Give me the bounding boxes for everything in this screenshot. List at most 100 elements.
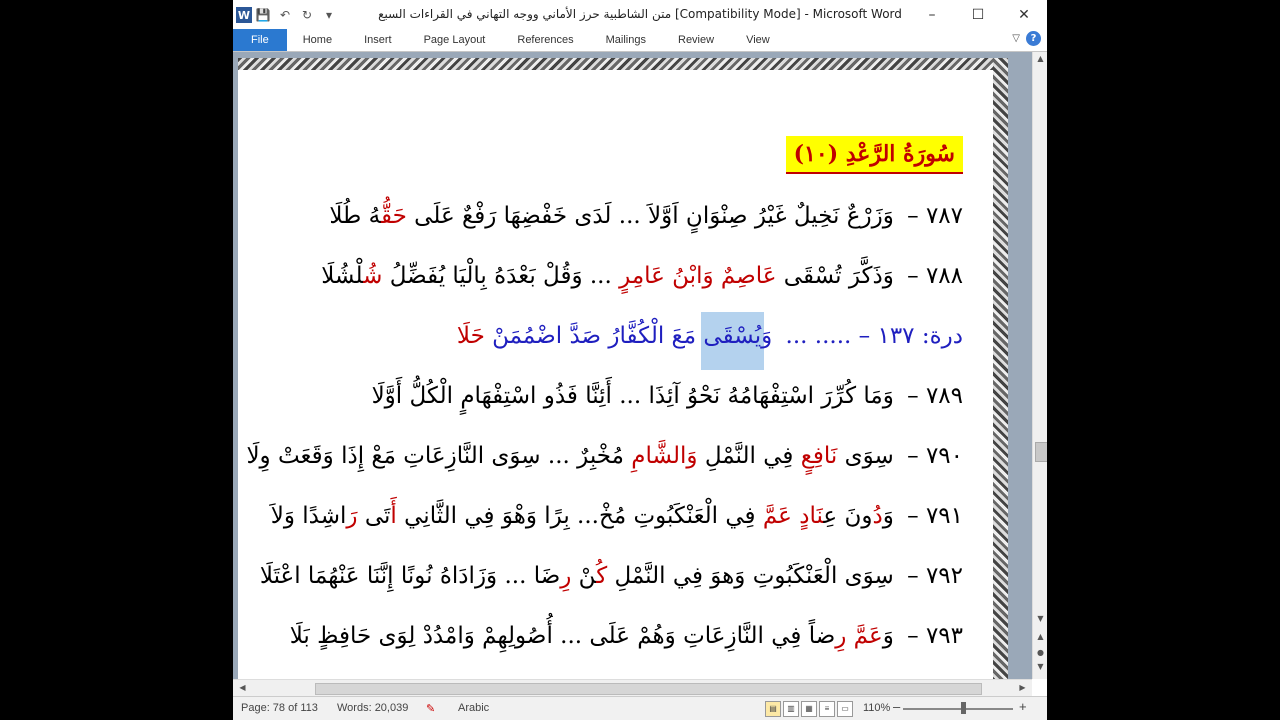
verse-text: ضَا ... وَزَادَاهُ نُونًا إِنَّنَا عَنْه… bbox=[259, 563, 561, 589]
verse-text: دُ bbox=[872, 503, 883, 529]
tab-references[interactable]: References bbox=[501, 29, 589, 51]
verse-text: عَمَّ bbox=[762, 503, 792, 529]
proofing-icon[interactable]: ✎ bbox=[426, 702, 435, 715]
verse-line: ٧٩١ – وَدُونَ عِنَادٍ عَمَّ فِي الْعَنْك… bbox=[271, 500, 963, 532]
verse-line: درة: ١٣٧ – ..... ... وَيُسْقَى مَعَ الْك… bbox=[457, 320, 963, 352]
verse-text: عَمَّ bbox=[853, 623, 883, 649]
verse-number: ٧٨٧ – bbox=[899, 203, 963, 229]
horizontal-scroll-thumb[interactable] bbox=[315, 683, 982, 695]
verse-line: ٧٩٢ – سِوَى الْعَنْكَبُوتِ وَهوَ فِي الن… bbox=[260, 560, 963, 592]
vertical-scroll-thumb[interactable] bbox=[1035, 442, 1047, 462]
verse-text: ... وَقُلْ بَعْدَهُ بِالْيَا يُفَضِّلُ bbox=[382, 263, 620, 289]
verse-text: وَذَكَّرَ تُسْقَى bbox=[776, 263, 894, 289]
word-count[interactable]: Words: 20,039 bbox=[337, 702, 408, 714]
tab-page-layout[interactable]: Page Layout bbox=[408, 29, 502, 51]
verse-number: ٧٩١ – bbox=[899, 503, 963, 529]
verse-text: لَى bbox=[414, 203, 441, 229]
ribbon-right-controls: ▽ ? bbox=[1012, 31, 1041, 46]
verse-text: وَ bbox=[882, 503, 894, 529]
verse-number: ٧٩٠ – bbox=[899, 443, 963, 469]
help-icon[interactable]: ? bbox=[1026, 31, 1041, 46]
verse-text: تَى bbox=[357, 503, 391, 529]
document-area[interactable]: سُورَةُ الرَّعْدِ (١٠) ٧٨٧ – وَزَرْعٌ نَ… bbox=[233, 52, 1032, 679]
verse-text: حَقُّ bbox=[380, 203, 415, 229]
verse-text: وَالشَّامِ bbox=[631, 443, 698, 469]
minimize-button[interactable]: – bbox=[909, 0, 955, 29]
scroll-down-icon[interactable]: ▼ bbox=[1033, 614, 1047, 623]
verse-text: ضاً فِي النَّازِعَاتِ وَهُمْ عَلَى ... أ… bbox=[289, 623, 836, 649]
vertical-scrollbar[interactable]: ▲ ▼ ▲ ● ▼ bbox=[1032, 52, 1047, 679]
verse-line: ٧٩٠ – سِوَى نَافِعٍ فِي النَّمْلِ وَالشَ… bbox=[246, 440, 963, 472]
close-button[interactable]: ✕ bbox=[1001, 0, 1047, 29]
verse-number: ٧٨٨ – bbox=[899, 263, 963, 289]
status-bar: Page: 78 of 113 Words: 20,039 ✎ Arabic ▤… bbox=[233, 696, 1047, 720]
tab-mailings[interactable]: Mailings bbox=[590, 29, 662, 51]
page-border-right bbox=[993, 58, 1008, 679]
surah-heading: سُورَةُ الرَّعْدِ (١٠) bbox=[785, 136, 963, 174]
verse-text: وَمَا كُرِّرَ اسْتِفْهَامُهُ نَحْوُ آئِذ… bbox=[371, 383, 894, 409]
print-layout-icon[interactable]: ▤ bbox=[765, 701, 781, 717]
document-page[interactable]: سُورَةُ الرَّعْدِ (١٠) ٧٨٧ – وَزَرْعٌ نَ… bbox=[238, 58, 1008, 679]
verse-text: رِ bbox=[835, 623, 847, 649]
verse-text: وَ bbox=[882, 623, 894, 649]
verse-line: ٧٨٨ – وَذَكَّرَ تُسْقَى عَاصِمٌ وَابْنُ … bbox=[321, 260, 963, 292]
verse-text: اشِدًا وَلاَ bbox=[270, 503, 347, 529]
verse-line: ٧٨٩ – وَمَا كُرِّرَ اسْتِفْهَامُهُ نَحْو… bbox=[372, 380, 963, 412]
collapse-ribbon-icon[interactable]: ▽ bbox=[1012, 33, 1020, 44]
verse-text: حَلَا bbox=[456, 323, 485, 349]
verse-text: هُ طُلَا bbox=[329, 203, 381, 229]
verse-text bbox=[846, 623, 853, 649]
verse-text: وَيُسْقَى مَعَ الْكُفَّارُ صَدَّ اضْمُمَ… bbox=[484, 323, 773, 349]
scroll-right-icon[interactable]: ▶ bbox=[1015, 683, 1030, 692]
page-border-top bbox=[238, 58, 1008, 70]
zoom-slider-thumb[interactable] bbox=[961, 702, 966, 714]
title-bar: W 💾 ↶ ↻ ▾ متن الشاطبية حرز الأماني ووجه … bbox=[233, 0, 1047, 30]
verse-number: درة: ١٣٧ – ..... ... bbox=[778, 323, 963, 349]
verse-number: ٧٨٩ – bbox=[899, 383, 963, 409]
tab-review[interactable]: Review bbox=[662, 29, 730, 51]
verse-number: ٧٩٣ – bbox=[899, 623, 963, 649]
scroll-up-icon[interactable]: ▲ bbox=[1033, 54, 1047, 63]
horizontal-scrollbar[interactable]: ◀ ▶ bbox=[233, 679, 1032, 697]
outline-icon[interactable]: ≡ bbox=[819, 701, 835, 717]
verse-text: رِ bbox=[560, 563, 572, 589]
ribbon: File Home Insert Page Layout References … bbox=[233, 29, 1047, 52]
verse-line: ٧٩٣ – وَعَمَّ رِضاً فِي النَّازِعَاتِ وَ… bbox=[290, 620, 963, 652]
page-count[interactable]: Page: 78 of 113 bbox=[241, 702, 318, 714]
ribbon-tabs: File Home Insert Page Layout References … bbox=[233, 29, 1047, 51]
verse-text: نْ bbox=[571, 563, 597, 589]
zoom-level[interactable]: 110% bbox=[863, 702, 890, 714]
verse-text: سِوَى الْعَنْكَبُوتِ وَهوَ فِي النَّمْلِ bbox=[607, 563, 894, 589]
draft-icon[interactable]: ▭ bbox=[837, 701, 853, 717]
verse-text: كُ bbox=[596, 563, 608, 589]
zoom-in-button[interactable]: + bbox=[1019, 699, 1027, 714]
tab-home[interactable]: Home bbox=[287, 29, 348, 51]
verse-text: لْشُلَا bbox=[321, 263, 364, 289]
tab-view[interactable]: View bbox=[730, 29, 786, 51]
verse-text: فِي النَّمْلِ bbox=[697, 443, 801, 469]
verse-text: نَادٍ bbox=[799, 503, 824, 529]
tab-file[interactable]: File bbox=[233, 29, 287, 51]
language-indicator[interactable]: Arabic bbox=[458, 702, 489, 714]
window-controls: – ☐ ✕ bbox=[909, 0, 1047, 29]
word-window: W 💾 ↶ ↻ ▾ متن الشاطبية حرز الأماني ووجه … bbox=[233, 0, 1047, 720]
zoom-out-button[interactable]: – bbox=[893, 699, 900, 714]
verse-text: عَاصِمٌ وَابْنُ عَامِرٍ bbox=[619, 263, 777, 289]
browse-object-icon[interactable]: ● bbox=[1033, 648, 1047, 657]
full-screen-reading-icon[interactable]: ▥ bbox=[783, 701, 799, 717]
tab-insert[interactable]: Insert bbox=[348, 29, 408, 51]
verse-line: ٧٨٧ – وَزَرْعٌ نَخِيلٌ غَيْرُ صِنْوَانٍ … bbox=[329, 200, 963, 232]
verse-text: وَزَرْعٌ نَخِيلٌ غَيْرُ صِنْوَانٍ اَوَّل… bbox=[440, 203, 894, 229]
verse-text: مُخْبِرٌ ... سِوَى النَّازِعَاتِ مَعْ إِ… bbox=[246, 443, 632, 469]
scroll-left-icon[interactable]: ◀ bbox=[235, 683, 250, 692]
next-page-icon[interactable]: ▼ bbox=[1033, 662, 1047, 671]
web-layout-icon[interactable]: ▦ bbox=[801, 701, 817, 717]
verse-text: فِي الْعَنْكَبُوتِ مُخْ... بِرًا وَهْوَ … bbox=[396, 503, 763, 529]
verse-number: ٧٩٢ – bbox=[899, 563, 963, 589]
zoom-slider[interactable] bbox=[903, 708, 1013, 710]
maximize-button[interactable]: ☐ bbox=[955, 0, 1001, 29]
verse-text: رَ bbox=[346, 503, 358, 529]
previous-page-icon[interactable]: ▲ bbox=[1033, 632, 1047, 641]
verse-text: سِوَى bbox=[837, 443, 894, 469]
verse-text: ونَ عِ bbox=[823, 503, 873, 529]
